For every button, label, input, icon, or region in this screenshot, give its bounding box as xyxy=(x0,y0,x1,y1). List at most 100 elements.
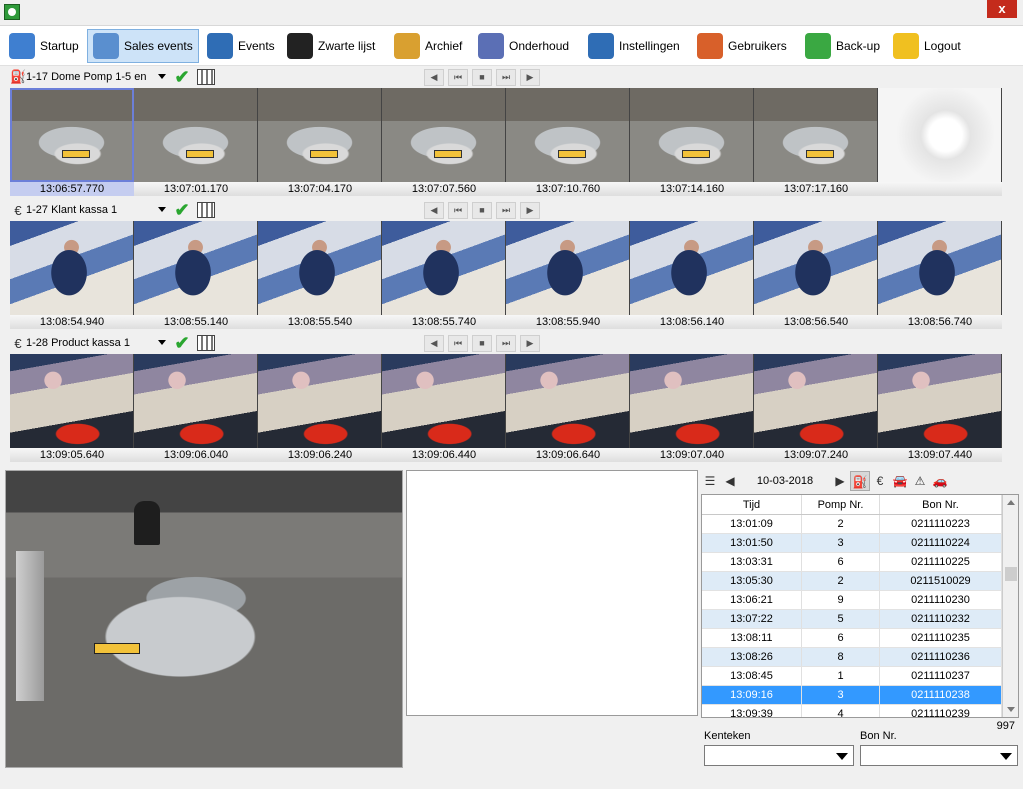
column-header-bon[interactable]: Bon Nr. xyxy=(880,495,1002,514)
frame-timestamp: 13:08:55.540 xyxy=(287,316,353,328)
confirm-check-icon[interactable]: ✔ xyxy=(172,67,192,87)
gears-icon xyxy=(478,33,504,59)
camera-select[interactable]: €1-28 Product kassa 1 xyxy=(10,334,168,352)
frame-thumbnail[interactable] xyxy=(134,221,258,315)
play-reverse-icon[interactable]: ◀ xyxy=(424,69,444,86)
table-cell: 13:06:21 xyxy=(702,591,802,609)
step-back-icon[interactable]: ⏮ xyxy=(448,335,468,352)
toolbar-button-instellingen[interactable]: Instellingen xyxy=(583,29,685,63)
stop-icon[interactable]: ■ xyxy=(472,335,492,352)
prev-date-button[interactable]: ◀ xyxy=(720,471,740,491)
frame-timestamp: 13:09:06.040 xyxy=(163,449,229,461)
step-back-icon[interactable]: ⏮ xyxy=(448,202,468,219)
toolbar-button-archief[interactable]: Archief xyxy=(389,29,467,63)
frame-thumbnail[interactable] xyxy=(506,221,630,315)
table-scrollbar[interactable] xyxy=(1002,495,1018,717)
bon-combo[interactable] xyxy=(860,745,1018,766)
frame-timestamp: 13:08:54.940 xyxy=(39,316,105,328)
frame-thumbnail[interactable] xyxy=(878,88,1002,182)
camera-select[interactable]: ⛽ 1-17 Dome Pomp 1-5 en xyxy=(10,68,168,86)
frame-thumbnail[interactable] xyxy=(506,88,630,182)
table-row[interactable]: 13:03:31 6 0211110225 xyxy=(702,553,1018,572)
table-row[interactable]: 13:07:22 5 0211110232 xyxy=(702,610,1018,629)
frame-thumbnail[interactable] xyxy=(10,221,134,315)
column-header-pomp[interactable]: Pomp Nr. xyxy=(802,495,880,514)
frame-thumbnail[interactable] xyxy=(878,221,1002,315)
frame-thumbnail[interactable] xyxy=(754,88,878,182)
table-row[interactable]: 13:08:11 6 0211110235 xyxy=(702,629,1018,648)
camera-select[interactable]: €1-27 Klant kassa 1 xyxy=(10,201,168,219)
table-row[interactable]: 13:06:21 9 0211110230 xyxy=(702,591,1018,610)
frame-thumbnail[interactable] xyxy=(134,88,258,182)
toolbar-button-back-up[interactable]: Back-up xyxy=(800,29,885,63)
scroll-down-icon[interactable] xyxy=(1007,707,1015,712)
step-back-icon[interactable]: ⏮ xyxy=(448,69,468,86)
play-icon[interactable]: ▶ xyxy=(520,335,540,352)
filter-car-icon[interactable]: 🚘 xyxy=(890,471,910,491)
play-icon[interactable]: ▶ xyxy=(520,69,540,86)
archive-binder-icon xyxy=(394,33,420,59)
frame-thumbnail[interactable] xyxy=(630,88,754,182)
toolbar-button-startup[interactable]: Startup xyxy=(4,29,84,63)
kenteken-combo[interactable] xyxy=(704,745,854,766)
film-strip-icon[interactable] xyxy=(197,69,215,85)
column-header-tijd[interactable]: Tijd xyxy=(702,495,802,514)
toolbar-button-logout[interactable]: Logout xyxy=(888,29,966,63)
step-forward-icon[interactable]: ⏭ xyxy=(496,202,516,219)
house-icon xyxy=(9,33,35,59)
table-row[interactable]: 13:01:09 2 0211110223 xyxy=(702,515,1018,534)
frame-thumbnail[interactable] xyxy=(878,354,1002,448)
filter-fuel-pump-icon[interactable]: ⛽ xyxy=(850,471,870,491)
frame-thumbnail[interactable] xyxy=(10,88,134,182)
events-list-icon xyxy=(207,33,233,59)
frame-thumbnail[interactable] xyxy=(382,88,506,182)
confirm-check-icon[interactable]: ✔ xyxy=(172,333,192,353)
filter-car-front-icon[interactable]: 🚗 xyxy=(930,471,950,491)
confirm-check-icon[interactable]: ✔ xyxy=(172,200,192,220)
toolbar-button-zwarte-lijst[interactable]: Zwarte lijst xyxy=(282,29,380,63)
toolbar-button-sales-events[interactable]: Sales events xyxy=(87,29,199,63)
toolbar-button-gebruikers[interactable]: Gebruikers xyxy=(692,29,792,63)
frame-thumbnail[interactable] xyxy=(506,354,630,448)
frame-thumbnail[interactable] xyxy=(754,354,878,448)
large-camera-view[interactable] xyxy=(5,470,403,768)
frame-thumbnail[interactable] xyxy=(258,88,382,182)
frame-thumbnail[interactable] xyxy=(382,221,506,315)
frame-thumbnail[interactable] xyxy=(10,354,134,448)
blacklist-icon xyxy=(287,33,313,59)
toolbar-button-events[interactable]: Events xyxy=(202,29,280,63)
table-row[interactable]: 13:01:50 3 0211110224 xyxy=(702,534,1018,553)
step-forward-icon[interactable]: ⏭ xyxy=(496,69,516,86)
frame-timestamp: 13:08:55.940 xyxy=(535,316,601,328)
table-row[interactable]: 13:05:30 2 0211510029 xyxy=(702,572,1018,591)
film-strip-icon[interactable] xyxy=(197,202,215,218)
filter-euro-icon[interactable]: € xyxy=(870,471,890,491)
frame-thumbnail[interactable] xyxy=(134,354,258,448)
play-reverse-icon[interactable]: ◀ xyxy=(424,202,444,219)
scroll-thumb[interactable] xyxy=(1005,567,1017,581)
frame-thumbnail[interactable] xyxy=(382,354,506,448)
film-strip-icon[interactable] xyxy=(197,335,215,351)
table-row[interactable]: 13:09:39 4 0211110239 xyxy=(702,705,1018,717)
stop-icon[interactable]: ■ xyxy=(472,202,492,219)
frame-thumbnail[interactable] xyxy=(258,354,382,448)
filter-warning-icon[interactable]: ⚠ xyxy=(910,471,930,491)
stop-icon[interactable]: ■ xyxy=(472,69,492,86)
table-cell: 0211110230 xyxy=(880,591,1002,609)
menu-icon[interactable]: ☰ xyxy=(700,471,720,491)
next-date-button[interactable]: ▶ xyxy=(830,471,850,491)
frame-thumbnail[interactable] xyxy=(630,354,754,448)
close-button[interactable]: x xyxy=(987,0,1017,18)
play-reverse-icon[interactable]: ◀ xyxy=(424,335,444,352)
step-forward-icon[interactable]: ⏭ xyxy=(496,335,516,352)
frame-thumbnail[interactable] xyxy=(754,221,878,315)
table-header: Tijd Pomp Nr. Bon Nr. xyxy=(702,495,1018,515)
play-icon[interactable]: ▶ xyxy=(520,202,540,219)
toolbar-button-onderhoud[interactable]: Onderhoud xyxy=(473,29,574,63)
table-row[interactable]: 13:08:45 1 0211110237 xyxy=(702,667,1018,686)
frame-thumbnail[interactable] xyxy=(258,221,382,315)
table-row[interactable]: 13:08:26 8 0211110236 xyxy=(702,648,1018,667)
frame-thumbnail[interactable] xyxy=(630,221,754,315)
scroll-up-icon[interactable] xyxy=(1007,500,1015,505)
table-row[interactable]: 13:09:16 3 0211110238 xyxy=(702,686,1018,705)
